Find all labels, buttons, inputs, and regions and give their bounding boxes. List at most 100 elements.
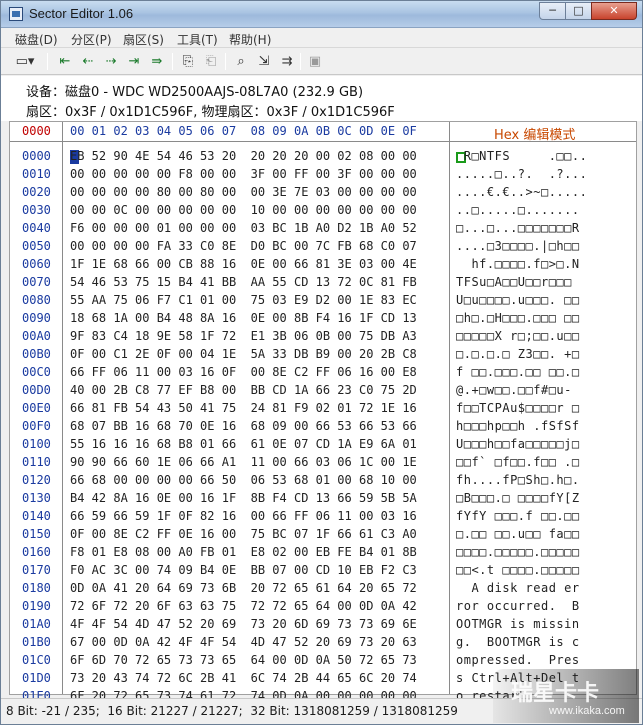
title-bar[interactable]: Sector Editor 1.06 ─ □ ✕ xyxy=(1,1,642,28)
hex-row: 0080 55 AA 75 06 F7 C1 01 00 75 03 E9 D2 … xyxy=(10,293,636,311)
menu-disk[interactable]: 磁盘(D) xyxy=(15,31,58,48)
row-ascii[interactable]: ror occurred. B xyxy=(456,599,580,613)
maximize-button[interactable]: □ xyxy=(565,2,592,20)
row-ascii[interactable]: ....□3□□□□.|□h□□ xyxy=(456,239,580,253)
row-hex-bytes[interactable]: 72 6F 72 20 6F 63 63 75 72 72 65 64 00 0… xyxy=(70,599,417,613)
row-ascii[interactable]: TFSu□A□□U□□r□□□ xyxy=(456,275,572,289)
menu-tools[interactable]: 工具(T) xyxy=(177,31,218,48)
row-hex-bytes[interactable]: 18 68 1A 00 B4 48 8A 16 0E 00 8B F4 16 1… xyxy=(70,311,417,325)
row-hex-bytes[interactable]: 00 00 00 00 FA 33 C0 8E D0 BC 00 7C FB 6… xyxy=(70,239,417,253)
row-hex-bytes[interactable]: 66 81 FB 54 43 50 41 75 24 81 F9 02 01 7… xyxy=(70,401,417,415)
row-hex-bytes[interactable]: EB 52 90 4E 54 46 53 20 20 20 20 00 02 0… xyxy=(70,149,417,163)
row-offset: 01D0 xyxy=(22,671,51,685)
copy-icon[interactable]: ⎘ xyxy=(178,52,198,71)
menu-partition[interactable]: 分区(P) xyxy=(71,31,112,48)
row-offset: 0010 xyxy=(22,167,51,181)
row-offset: 0050 xyxy=(22,239,51,253)
row-ascii[interactable]: hf.□□□□.f□>□.N xyxy=(456,257,580,271)
row-offset: 01B0 xyxy=(22,635,51,649)
row-hex-bytes[interactable]: 67 00 0D 0A 42 4F 4F 54 4D 47 52 20 69 7… xyxy=(70,635,417,649)
row-hex-bytes[interactable]: 0F 00 8E C2 FF 0E 16 00 75 BC 07 1F 66 6… xyxy=(70,527,417,541)
row-hex-bytes[interactable]: 55 16 16 16 68 B8 01 66 61 0E 07 CD 1A E… xyxy=(70,437,417,451)
toolbar: ▭▾ ⇤ ⇠ ⇢ ⇥ ⇛ ⎘ ⎗ ⌕ ⇲ ⇉ ▣ xyxy=(1,48,642,75)
row-ascii[interactable]: .....□..?. .?... xyxy=(456,167,587,181)
goto-sector-icon[interactable]: ⇛ xyxy=(147,52,167,71)
row-offset: 0180 xyxy=(22,581,51,595)
row-hex-bytes[interactable]: F0 AC 3C 00 74 09 B4 0E BB 07 00 CD 10 E… xyxy=(70,563,417,577)
row-hex-bytes[interactable]: B4 42 8A 16 0E 00 16 1F 8B F4 CD 13 66 5… xyxy=(70,491,417,505)
row-ascii[interactable]: U□u□□□□.u□□□. □□ xyxy=(456,293,580,307)
hex-editor[interactable]: 0000 00 01 02 03 04 05 06 07 08 09 0A 0B… xyxy=(9,121,637,721)
row-ascii[interactable]: □h□.□H□□□.□□□ □□ xyxy=(456,311,580,325)
row-hex-bytes[interactable]: 90 90 66 60 1E 06 66 A1 11 00 66 03 06 1… xyxy=(70,455,417,469)
row-hex-bytes[interactable]: F8 01 E8 08 00 A0 FB 01 E8 02 00 EB FE B… xyxy=(70,545,417,559)
row-ascii[interactable]: A disk read er xyxy=(456,581,580,595)
row-offset: 0080 xyxy=(22,293,51,307)
row-hex-bytes[interactable]: 9F 83 C4 18 9E 58 1F 72 E1 3B 06 0B 00 7… xyxy=(70,329,417,343)
hex-row: 0030 00 00 0C 00 00 00 00 00 10 00 00 00 … xyxy=(10,203,636,221)
row-hex-bytes[interactable]: 68 07 BB 16 68 70 0E 16 68 09 00 66 53 6… xyxy=(70,419,417,433)
row-ascii[interactable]: □.□.□.□ Z3□□. +□ xyxy=(456,347,580,361)
import-icon[interactable]: ⇉ xyxy=(277,52,297,71)
row-ascii[interactable]: fYfY □□□.f □□.□□ xyxy=(456,509,580,523)
row-hex-bytes[interactable]: 00 00 00 00 00 F8 00 00 3F 00 FF 00 3F 0… xyxy=(70,167,417,181)
first-sector-icon[interactable]: ⇤ xyxy=(55,52,75,71)
row-ascii[interactable]: g. BOOTMGR is c xyxy=(456,635,580,649)
row-ascii[interactable]: □.□□ □□.u□□ fa□□ xyxy=(456,527,580,541)
hex-row: 00B0 0F 00 C1 2E 0F 00 04 1E 5A 33 DB B9 … xyxy=(10,347,636,365)
row-ascii[interactable]: □...□...□□□□□□□R xyxy=(456,221,580,235)
row-ascii[interactable]: h□□□hp□□h .fSfSf xyxy=(456,419,580,433)
previous-sector-icon[interactable]: ⇠ xyxy=(78,52,98,71)
row-hex-bytes[interactable]: 00 00 0C 00 00 00 00 00 10 00 00 00 00 0… xyxy=(70,203,417,217)
row-ascii[interactable]: f□□TCPAu$□□□□r □ xyxy=(456,401,580,415)
row-ascii[interactable]: U□□□h□□fa□□□□□j□ xyxy=(456,437,580,451)
row-ascii[interactable]: OOTMGR is missin xyxy=(456,617,580,631)
menu-help[interactable]: 帮助(H) xyxy=(229,31,271,48)
row-ascii[interactable]: @.+□w□□.□□f#□u- xyxy=(456,383,572,397)
menu-sector[interactable]: 扇区(S) xyxy=(123,31,164,48)
row-hex-bytes[interactable]: F6 00 00 00 01 00 00 00 03 BC 1B A0 D2 1… xyxy=(70,221,417,235)
row-hex-bytes[interactable]: 66 59 66 59 1F 0F 82 16 00 66 FF 06 11 0… xyxy=(70,509,417,523)
drive-select-icon[interactable]: ▭▾ xyxy=(9,52,41,71)
row-offset: 00D0 xyxy=(22,383,51,397)
paste-icon[interactable]: ⎗ xyxy=(201,52,221,71)
row-ascii[interactable]: □□□□.□□□□□.□□□□□ xyxy=(456,545,580,559)
hex-row: 00D0 40 00 2B C8 77 EF B8 00 BB CD 1A 66 … xyxy=(10,383,636,401)
row-ascii[interactable]: f □□.□□□.□□ □□.□ xyxy=(456,365,580,379)
export-icon[interactable]: ⇲ xyxy=(254,52,274,71)
search-icon[interactable]: ⌕ xyxy=(231,52,251,71)
close-button[interactable]: ✕ xyxy=(591,2,637,20)
row-hex-bytes[interactable]: 73 20 43 74 72 6C 2B 41 6C 74 2B 44 65 6… xyxy=(70,671,417,685)
next-sector-icon[interactable]: ⇢ xyxy=(101,52,121,71)
row-hex-bytes[interactable]: 40 00 2B C8 77 EF B8 00 BB CD 1A 66 23 C… xyxy=(70,383,417,397)
hex-row: 00F0 68 07 BB 16 68 70 0E 16 68 09 00 66 … xyxy=(10,419,636,437)
row-ascii[interactable]: R□NTFS .□□.. xyxy=(456,149,587,163)
save-icon[interactable]: ▣ xyxy=(305,52,325,71)
row-ascii[interactable]: □B□□□.□ □□□□fY[Z xyxy=(456,491,580,505)
row-offset: 0130 xyxy=(22,491,51,505)
last-sector-icon[interactable]: ⇥ xyxy=(124,52,144,71)
row-ascii[interactable]: fh....fP□Sh□.h□. xyxy=(456,473,580,487)
row-hex-bytes[interactable]: 6F 6D 70 72 65 73 73 65 64 00 0D 0A 50 7… xyxy=(70,653,417,667)
toolbar-separator xyxy=(300,53,301,70)
row-hex-bytes[interactable]: 66 FF 06 11 00 03 16 0F 00 8E C2 FF 06 1… xyxy=(70,365,417,379)
row-hex-bytes[interactable]: 00 00 00 00 80 00 80 00 00 3E 7E 03 00 0… xyxy=(70,185,417,199)
row-ascii[interactable]: □□□□□X r□;□□.u□□ xyxy=(456,329,580,343)
row-hex-bytes[interactable]: 4F 4F 54 4D 47 52 20 69 73 20 6D 69 73 7… xyxy=(70,617,417,631)
toolbar-separator xyxy=(225,53,226,70)
row-ascii[interactable]: ..□.....□....... xyxy=(456,203,580,217)
sector-info: 扇区：0x3F / 0x1D1C596F, 物理扇区：0x3F / 0x1D1C… xyxy=(26,105,395,120)
row-ascii[interactable]: □□f` □f□□.f□□ .□ xyxy=(456,455,580,469)
row-hex-bytes[interactable]: 1F 1E 68 66 00 CB 88 16 0E 00 66 81 3E 0… xyxy=(70,257,417,271)
hex-row: 0170 F0 AC 3C 00 74 09 B4 0E BB 07 00 CD … xyxy=(10,563,636,581)
row-ascii[interactable]: ompressed. Pres xyxy=(456,653,580,667)
row-ascii[interactable]: ....€.€..>~□..... xyxy=(456,185,587,199)
row-hex-bytes[interactable]: 0D 0A 41 20 64 69 73 6B 20 72 65 61 64 2… xyxy=(70,581,417,595)
minimize-button[interactable]: ─ xyxy=(539,2,566,20)
row-hex-bytes[interactable]: 55 AA 75 06 F7 C1 01 00 75 03 E9 D2 00 1… xyxy=(70,293,417,307)
row-hex-bytes[interactable]: 66 68 00 00 00 00 66 50 06 53 68 01 00 6… xyxy=(70,473,417,487)
row-ascii[interactable]: □□<.t □□□□.□□□□□ xyxy=(456,563,580,577)
row-hex-bytes[interactable]: 0F 00 C1 2E 0F 00 04 1E 5A 33 DB B9 00 2… xyxy=(70,347,417,361)
row-hex-bytes[interactable]: 54 46 53 75 15 B4 41 BB AA 55 CD 13 72 0… xyxy=(70,275,417,289)
row-offset: 0040 xyxy=(22,221,51,235)
